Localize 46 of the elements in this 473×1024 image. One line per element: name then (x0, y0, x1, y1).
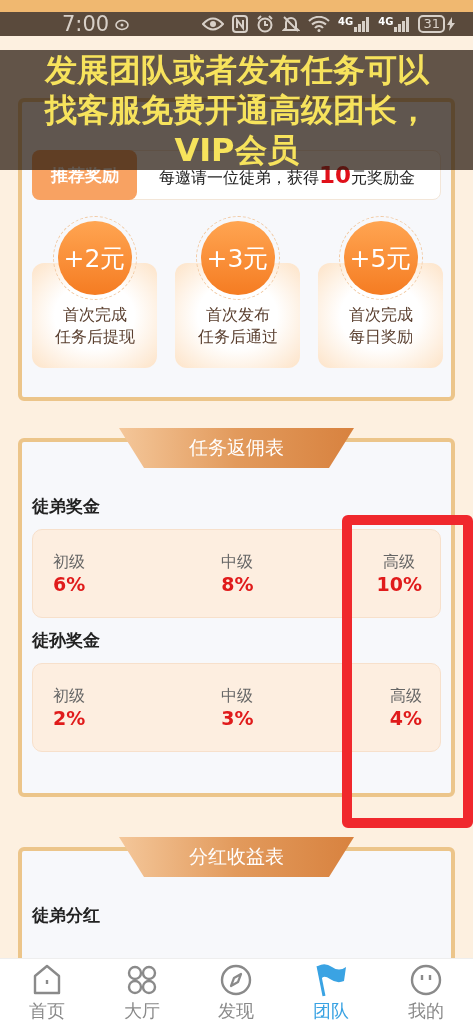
tab-item[interactable]: 首页 (0, 959, 95, 1024)
level-label: 高级 (383, 552, 416, 573)
network-type: 4G (338, 16, 354, 27)
tab-item[interactable]: 我的 (378, 959, 473, 1024)
home-icon (32, 964, 63, 996)
reward-description: 首次完成 (62, 305, 127, 326)
reward-description: 每日奖励 (348, 327, 413, 348)
reward-description: 任务后通过 (197, 327, 278, 348)
signal-icon (394, 16, 411, 32)
commission-rate: 10% (376, 573, 422, 595)
tab-item[interactable]: 大厅 (94, 959, 190, 1024)
group-title: 徒弟奖金 (32, 496, 100, 516)
eye-icon (202, 16, 225, 32)
network-type: 4G (378, 16, 394, 27)
compass-icon (220, 964, 253, 996)
commission-rate: 6% (53, 573, 86, 595)
signal-icon (354, 16, 371, 32)
commission-rate: 8% (221, 573, 254, 595)
reward-description: 首次完成 (348, 305, 413, 326)
app-notification-icon (115, 17, 130, 31)
grid-icon (125, 964, 158, 996)
group-title: 徒孙奖金 (32, 630, 100, 650)
section-title-banner: 分红收益表 (119, 837, 354, 877)
clock-time: 7:00 (62, 12, 110, 36)
commission-rate: 3% (221, 707, 254, 729)
level-label: 初级 (53, 686, 86, 707)
commission-rate: 2% (53, 707, 86, 729)
level-label: 高级 (389, 686, 422, 707)
face-icon (409, 964, 442, 996)
battery-level: 31 (418, 15, 445, 33)
wifi-icon (308, 16, 331, 32)
group-title: 徒弟分红 (32, 905, 100, 925)
mute-icon (282, 15, 301, 33)
alarm-icon (256, 15, 275, 33)
reward-description: 任务后提现 (54, 327, 135, 348)
tab-item[interactable]: 发现 (189, 959, 284, 1024)
flag-icon (315, 963, 348, 997)
tab-item[interactable]: 团队 (283, 959, 379, 1024)
level-label: 初级 (53, 552, 86, 573)
commission-rate: 4% (389, 707, 422, 729)
reward-description: 首次发布 (205, 305, 270, 326)
nfc-icon (232, 15, 249, 33)
section-title-banner: 任务返佣表 (119, 428, 354, 468)
charging-icon (447, 17, 455, 31)
level-label: 中级 (221, 552, 254, 573)
level-label: 中级 (221, 686, 254, 707)
